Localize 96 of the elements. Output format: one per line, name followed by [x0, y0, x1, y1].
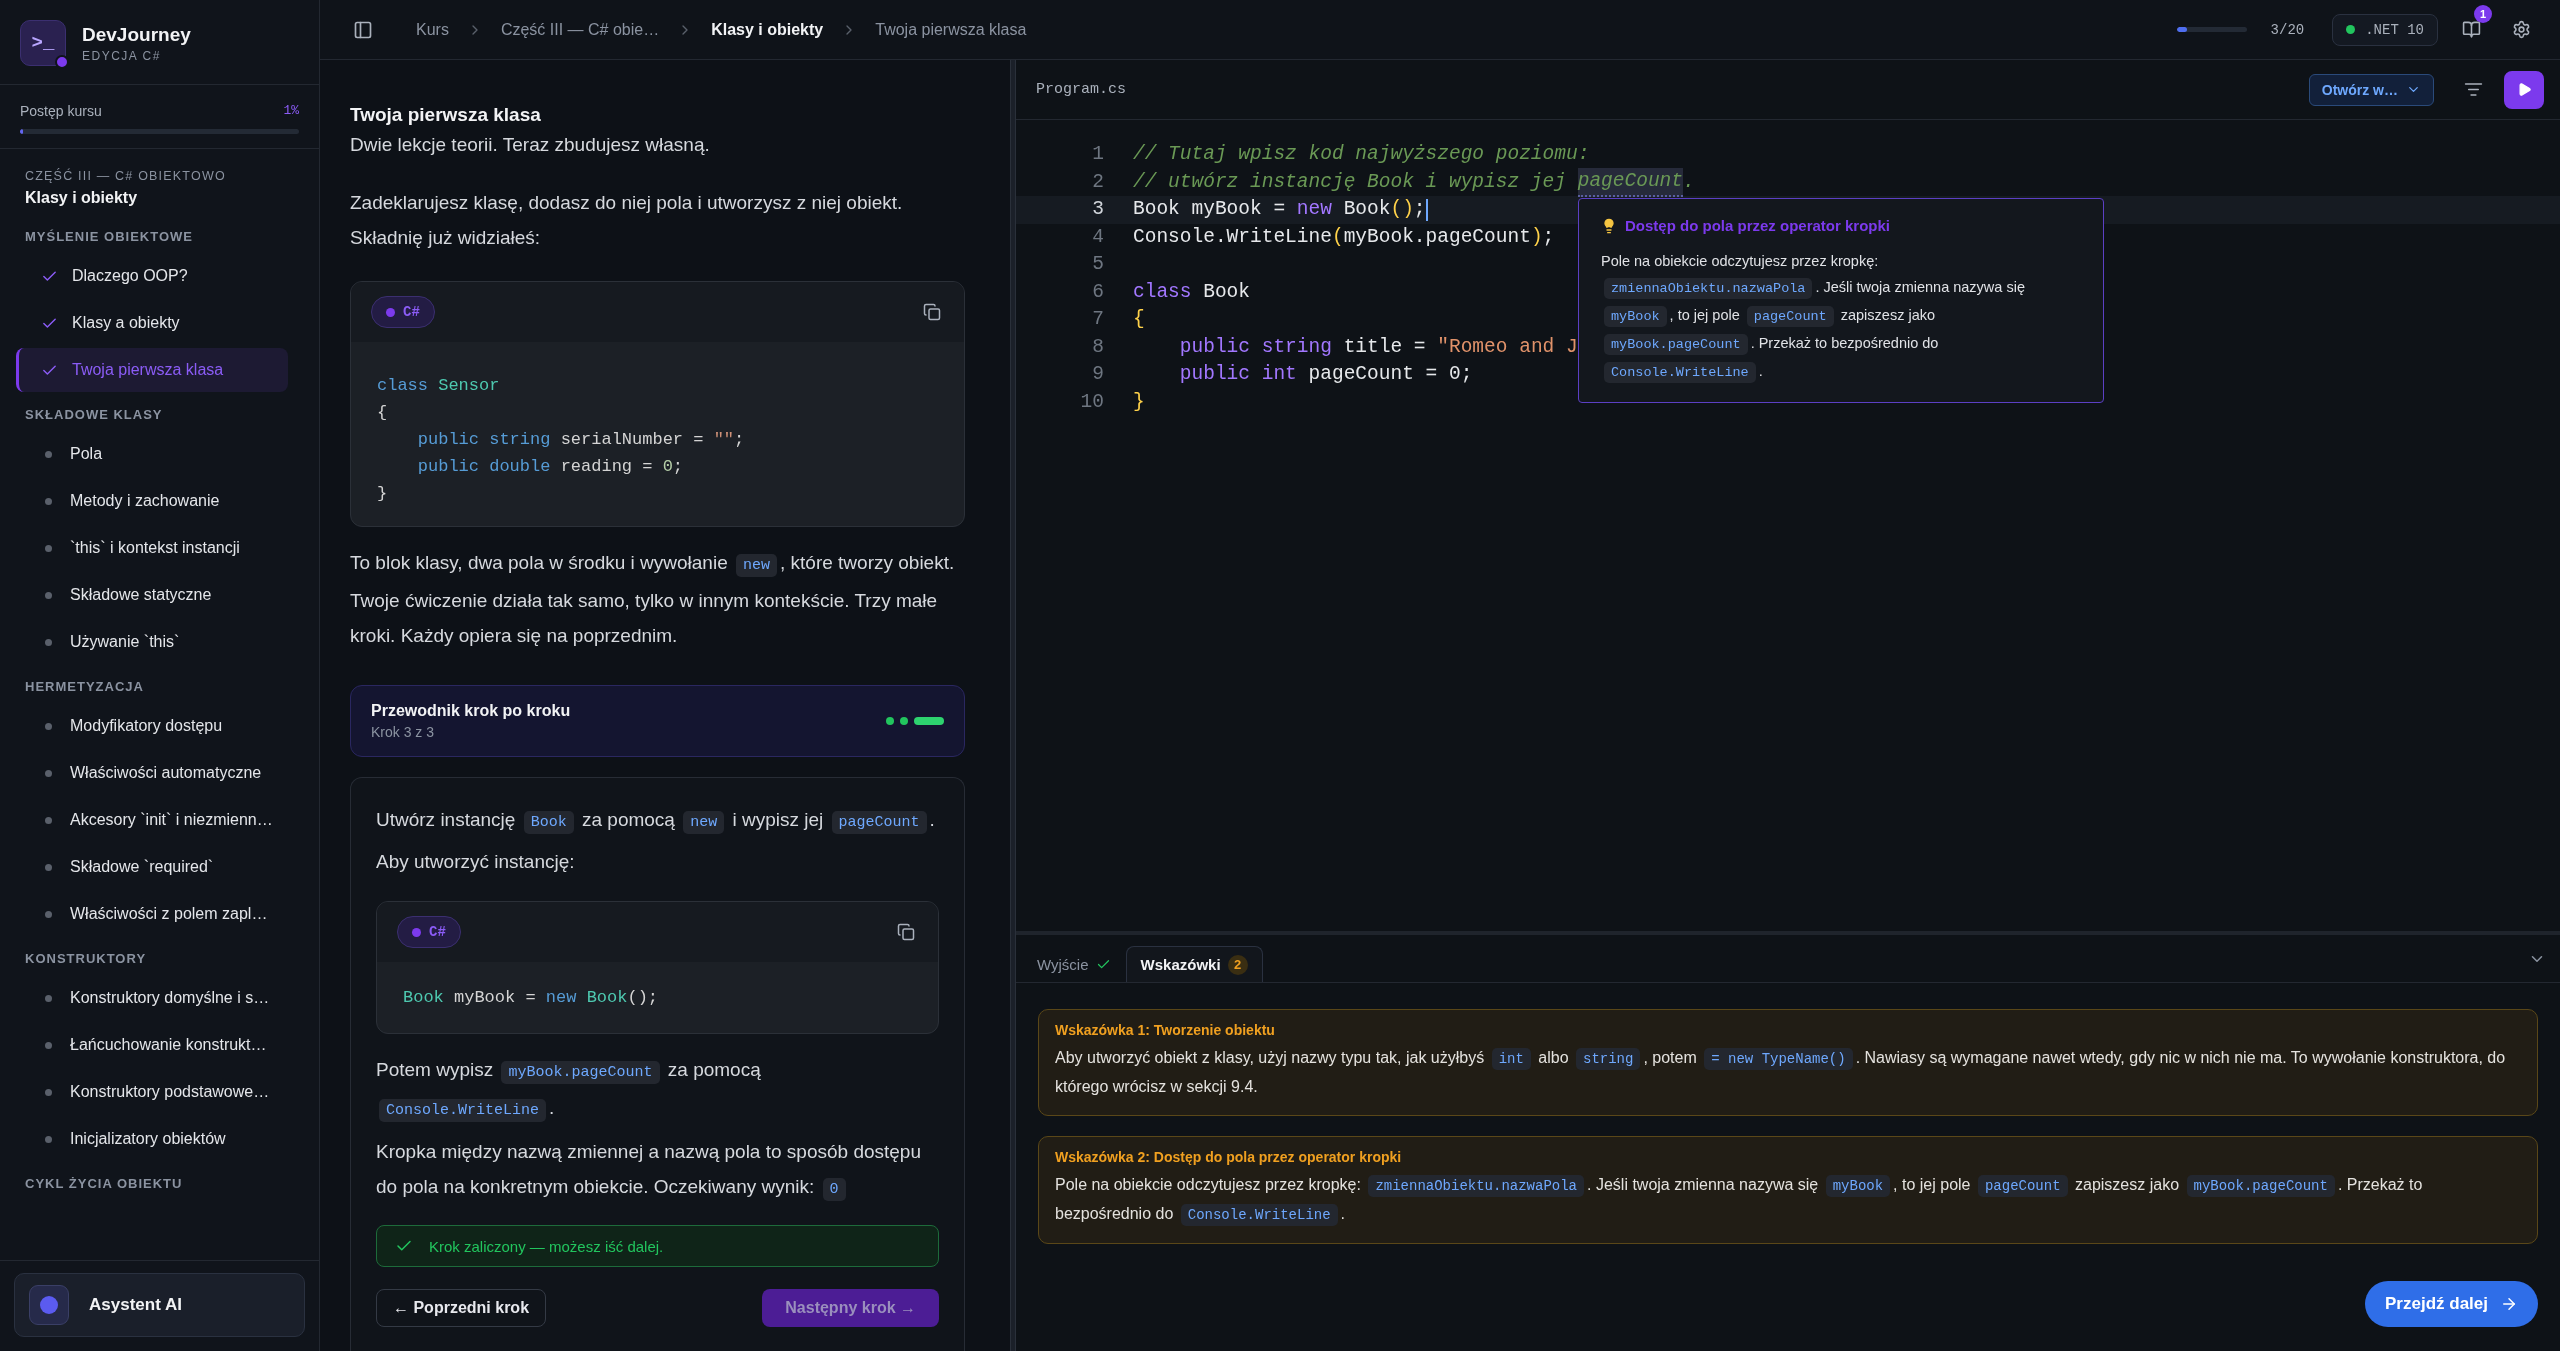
notification-badge: 1: [2474, 4, 2492, 23]
code-line: public int pageCount = 0;: [1178, 362, 1473, 387]
play-icon: [2516, 82, 2532, 97]
settings-icon[interactable]: [2511, 20, 2531, 39]
code-line: // Tutaj wpisz kod najwyższego poziomu:: [1132, 142, 1590, 167]
breadcrumb-link[interactable]: Kurs: [416, 20, 449, 39]
code-line: Console.WriteLine(myBook.pageCount);: [1132, 224, 1555, 250]
line-number: 4: [1091, 224, 1104, 250]
language-badge: C#: [397, 916, 461, 948]
assistant-icon: [29, 1285, 69, 1325]
lesson-item[interactable]: Konstruktory podstawowe…: [16, 1070, 288, 1114]
code-line: Book myBook = new Book();: [1132, 197, 1428, 223]
app-logo: >_: [20, 20, 66, 66]
code-text: class Sensor { public string serialNumber = ""; public double reading = 0; }: [376, 375, 746, 505]
line-number: 10: [1079, 389, 1104, 415]
sidebar-toggle-icon[interactable]: [353, 19, 373, 40]
runtime-badge[interactable]: .NET 10: [2332, 13, 2438, 46]
lesson-item[interactable]: Twoja pierwsza klasa: [16, 348, 288, 392]
assistant-button[interactable]: Asystent AI: [14, 1273, 305, 1337]
lesson-item[interactable]: Akcesory `init` i niezmienn…: [16, 798, 288, 842]
group-heading: HERMETYZACJA: [24, 678, 145, 696]
lesson-item[interactable]: Inicjalizatory obiektów: [16, 1117, 288, 1161]
progress-reading: 3/20: [2270, 21, 2305, 38]
lesson-item[interactable]: Pola: [16, 432, 288, 476]
panel-tab[interactable]: Wyjście: [1022, 946, 1126, 982]
app-name: DevJourney: [82, 23, 191, 46]
continue-button[interactable]: Przejdź dalej: [2365, 1281, 2538, 1327]
line-number: 8: [1091, 334, 1104, 360]
code-line: }: [1132, 389, 1145, 415]
group-heading: CYKL ŻYCIA OBIEKTU: [24, 1175, 184, 1193]
lesson-item[interactable]: Klasy a obiekty: [16, 301, 288, 345]
line-number: 5: [1091, 252, 1104, 277]
language-badge: C#: [371, 296, 435, 328]
task-text: Aby utworzyć instancję:: [376, 850, 576, 874]
lightbulb-icon: [1601, 217, 1617, 234]
lesson-item[interactable]: Metody i zachowanie: [16, 479, 288, 523]
code-line: {: [1132, 307, 1145, 332]
line-number: 6: [1091, 279, 1104, 305]
breadcrumb-link[interactable]: Twoja pierwsza klasa: [875, 20, 1027, 39]
line-number: 7: [1091, 307, 1104, 332]
task-text: Kropka między nazwą zmiennej a nazwą pola to sposób dostępu do pola na konkretnym obiekcie. Oczekiwany wynik: 0: [376, 1134, 939, 1207]
lesson-item[interactable]: Łańcuchowanie konstrukt…: [16, 1023, 288, 1067]
arrow-icon: [2500, 1295, 2518, 1313]
copy-icon[interactable]: [923, 303, 941, 321]
breadcrumb-link[interactable]: Część III — C# obie…: [500, 20, 660, 39]
tooltip-text: Pole na obiekcie odczytujesz przez kropkę: zmiennaObiektu.nazwaPola . Jeśli twoja zmienna nazywa się myBook , to jej pole pageCount zapiszesz jako myBook.pageCount . Przekaż to bezpośrednio do Console.WriteLine .: [1601, 248, 2081, 386]
hint-title: Wskazówka 1: Tworzenie obiektu: [1055, 1022, 1276, 1038]
code-line: // utwórz instancję Book i wypisz jej pageCount.: [1104, 168, 1695, 196]
success-message: Krok zaliczony — możesz iść dalej.: [429, 1237, 664, 1255]
lesson-item[interactable]: Dlaczego OOP?: [16, 254, 288, 298]
lesson-item[interactable]: `this` i kontekst instancji: [16, 526, 288, 570]
lesson-item[interactable]: Właściwości z polem zapl…: [16, 892, 288, 936]
file-tab[interactable]: Program.cs: [1036, 81, 2309, 98]
lesson-title: Twoja pierwsza klasa: [350, 103, 542, 127]
line-number: 9: [1091, 362, 1104, 387]
run-button[interactable]: [2504, 70, 2544, 109]
copy-icon[interactable]: [897, 923, 915, 941]
line-number: 2: [1091, 169, 1104, 195]
book-icon[interactable]: [2461, 20, 2481, 39]
previous-step-button[interactable]: ← Poprzedni krok: [376, 1289, 547, 1327]
code-text: Book myBook = new Book();: [402, 987, 660, 1009]
lesson-item[interactable]: Składowe statyczne: [16, 573, 288, 617]
lesson-item[interactable]: Modyfikatory dostępu: [16, 704, 288, 748]
part-label: CZĘŚĆ III — C# OBIEKTOWO: [24, 169, 227, 183]
lines-icon[interactable]: [2463, 80, 2483, 99]
group-heading: SKŁADOWE KLASY: [24, 406, 164, 424]
open-in-button[interactable]: Otwórz w…: [2308, 73, 2434, 106]
group-heading: KONSTRUKTORY: [24, 950, 148, 968]
tooltip-title: Dostęp do pola przez operator kropki: [1625, 217, 1891, 234]
line-number: 1: [1091, 142, 1104, 167]
count-badge: 2: [1227, 954, 1248, 975]
lesson-item[interactable]: Używanie `this`: [16, 620, 288, 664]
guide-title: Przewodnik krok po kroku: [371, 702, 571, 720]
task-instruction: Utwórz instancję Book za pomocą new i wypisz jej pageCount .: [376, 802, 939, 840]
edition-label: EDYCJA C#: [82, 48, 162, 63]
hint-text: Pole na obiekcie odczytujesz przez kropkę: zmiennaObiektu.nazwaPola . Jeśli twoja zmienna nazywa się myBook , to jej pole pageCount zapiszesz jako myBook.pageCount . Przekaż to bezpośrednio do Console.WriteLine .: [1055, 1171, 2521, 1229]
hint-text: Aby utworzyć obiekt z klasy, użyj nazwy typu tak, jak użyłbyś int albo string , potem = new TypeName() . Nawiasy są wymagane nawet wtedy, gdy nic w nich nie ma. To wywołanie konstruktora, do którego wrócisz w sekcji 9.4.: [1055, 1047, 2507, 1097]
breadcrumb-link[interactable]: Klasy i obiekty: [711, 20, 824, 39]
line-number: 3: [1091, 197, 1104, 222]
lesson-item[interactable]: Konstruktory domyślne i s…: [16, 976, 288, 1020]
hint-title: Wskazówka 2: Dostęp do pola przez operator kropki: [1055, 1149, 1403, 1165]
lesson-item[interactable]: Właściwości automatyczne: [16, 751, 288, 795]
text-cursor: [1425, 198, 1428, 221]
code-line: public string title = "Romeo and J: [1178, 334, 1578, 360]
step-counter: Krok 3 z 3: [371, 724, 436, 740]
lesson-paragraph: Zadeklarujesz klasę, dodasz do niej pola i utworzysz z niej obiekt. Składnię już widziałeś:: [350, 191, 904, 250]
group-heading: MYŚLENIE OBIEKTOWE: [24, 228, 194, 246]
progress-label: Postęp kursu: [20, 103, 102, 119]
lesson-subtitle: Dwie lekcje teorii. Teraz zbudujesz własną.: [350, 133, 711, 157]
task-text: Potem wypisz myBook.pageCount za pomocą Console.WriteLine .: [376, 1052, 939, 1128]
chapter-title: Klasy i obiekty: [24, 189, 139, 207]
code-line: class Book: [1132, 279, 1251, 305]
panel-tab[interactable]: Wskazówki 2: [1125, 946, 1263, 982]
lesson-paragraph: To blok klasy, dwa pola w środku i wywołanie new , które tworzy obiekt. Twoje ćwiczenie działa tak samo, tylko w innym kontekście. Trzy małe kroki. Każdy opiera się na poprzednim.: [350, 551, 956, 648]
progress-value: 1%: [283, 103, 299, 119]
lesson-item[interactable]: Składowe `required`: [16, 845, 288, 889]
